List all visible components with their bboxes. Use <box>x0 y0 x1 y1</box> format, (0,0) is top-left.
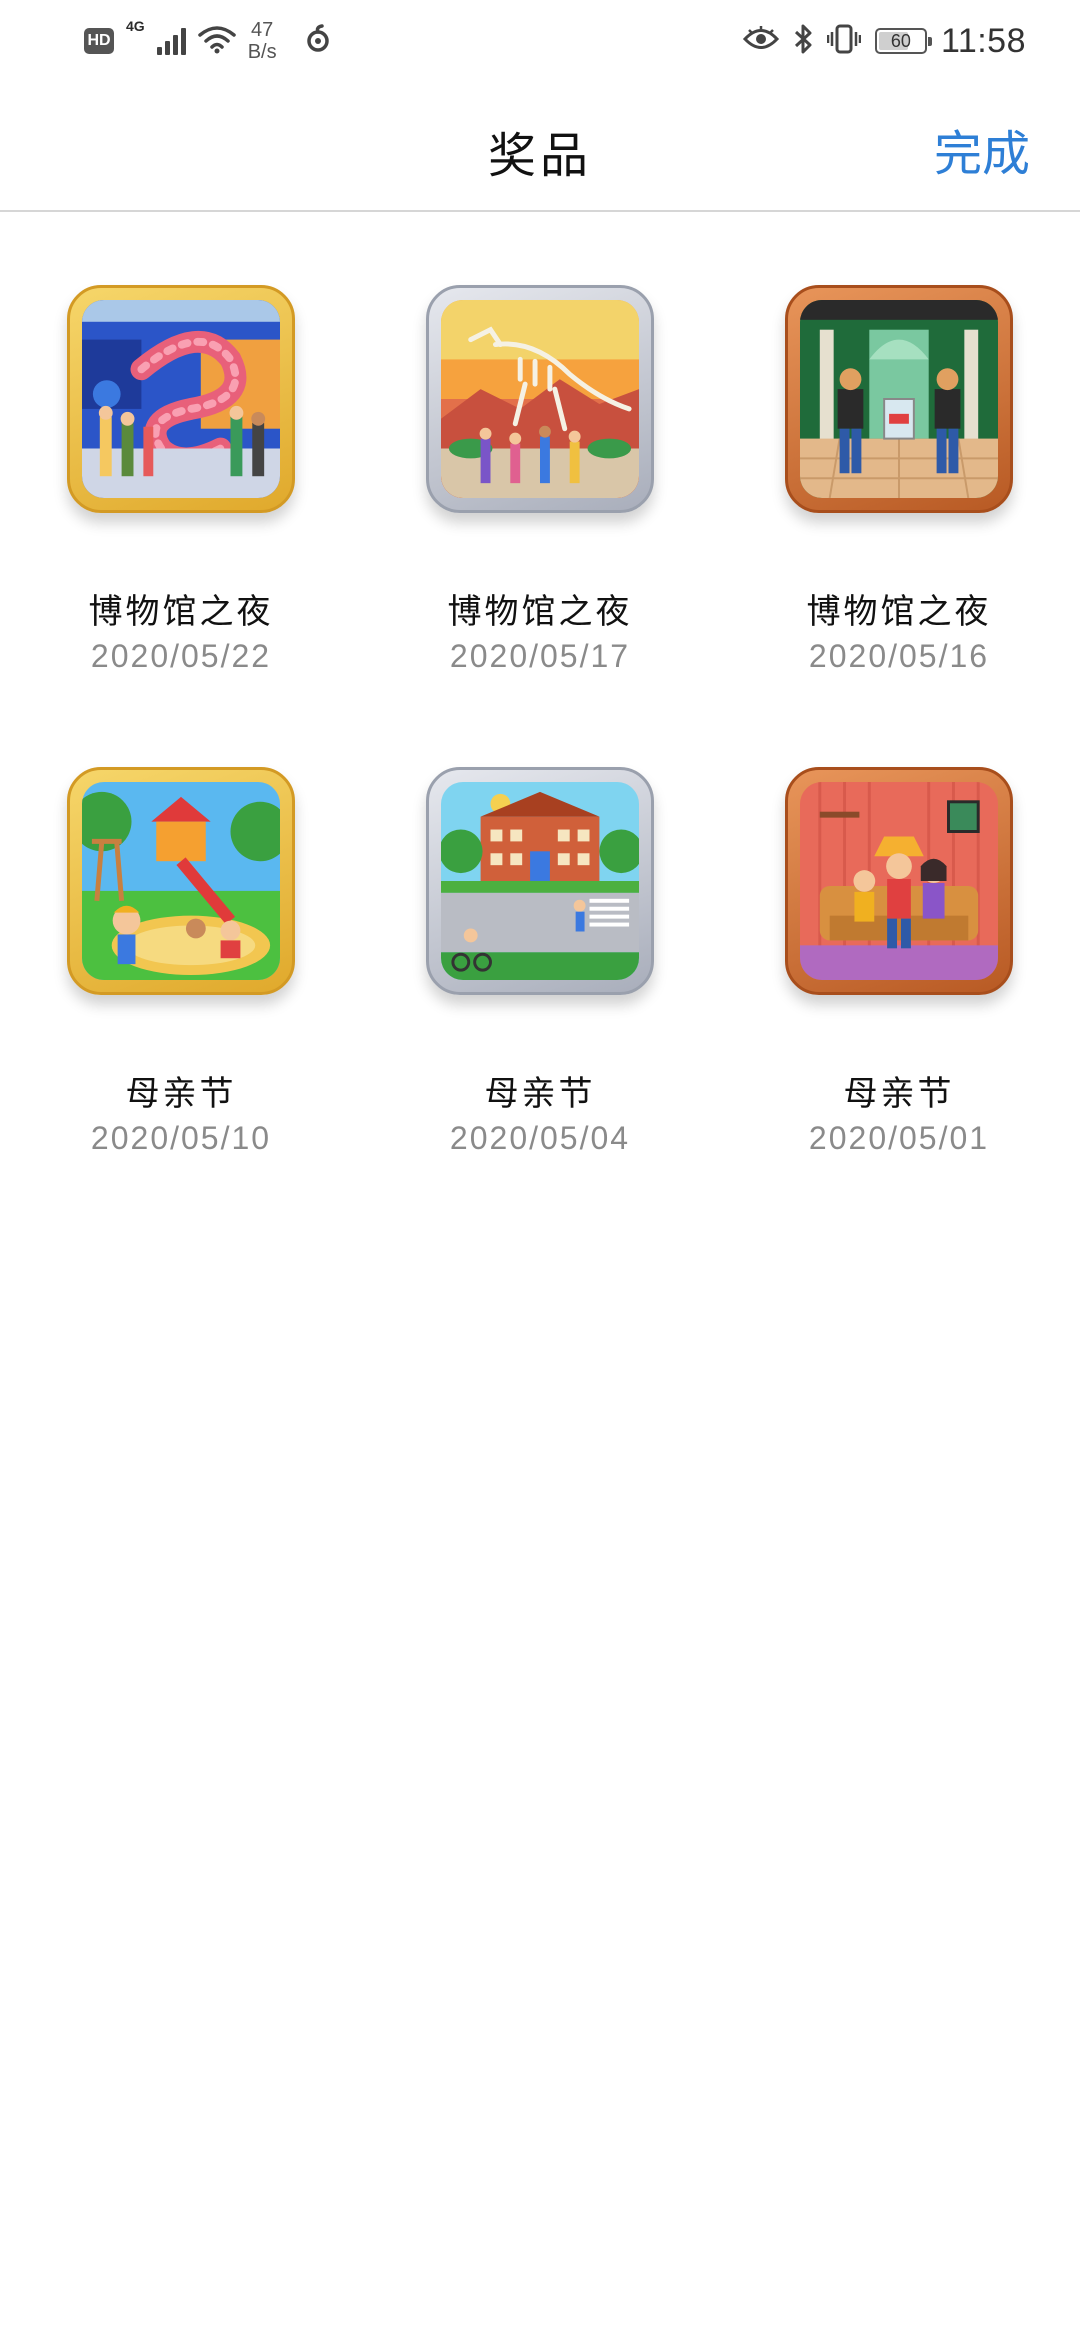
award-badge[interactable] <box>426 285 654 513</box>
award-title: 母亲节 <box>843 1074 955 1114</box>
museum-snake-image <box>82 300 280 498</box>
bluetooth-icon <box>793 23 813 60</box>
done-button[interactable]: 完成 <box>934 114 1030 184</box>
wifi-icon <box>197 24 236 59</box>
award-badge[interactable] <box>426 767 654 995</box>
eye-icon <box>742 25 779 57</box>
playground-image <box>82 782 280 980</box>
app-header: 奖品 完成 <box>0 80 1080 212</box>
clock: 11:58 <box>940 21 1026 60</box>
award-item[interactable]: 母亲节 2020/05/01 <box>729 694 1069 1176</box>
award-date: 2020/05/22 <box>90 638 272 674</box>
family-sofa-image <box>800 782 998 980</box>
status-bar: HD 4G 47 B/s 60 11:58 <box>0 0 1080 80</box>
award-item[interactable]: 母亲节 2020/05/10 <box>11 694 351 1176</box>
museum-dinosaur-image <box>441 300 639 498</box>
page-title: 奖品 <box>487 128 592 184</box>
museum-guards-image <box>800 300 998 498</box>
award-date: 2020/05/17 <box>449 638 631 674</box>
award-badge[interactable] <box>67 285 295 513</box>
award-title: 博物馆之夜 <box>806 592 992 632</box>
award-badge[interactable] <box>67 767 295 995</box>
swirl-icon <box>303 23 333 59</box>
speed-unit: B/s <box>247 41 277 63</box>
award-item[interactable]: 母亲节 2020/05/04 <box>370 694 710 1176</box>
awards-row: 博物馆之夜 2020/05/22 博物馆之夜 2020/05/17 博物馆之夜 … <box>0 212 1080 694</box>
status-bar-right: 60 11:58 <box>742 16 1026 66</box>
hd-icon: HD <box>84 28 114 54</box>
battery-icon: 60 <box>874 28 932 54</box>
signal-icon <box>156 27 186 55</box>
status-bar-left: HD 4G 47 B/s <box>84 16 333 66</box>
award-title: 博物馆之夜 <box>447 592 633 632</box>
speed-value: 47 <box>251 19 274 41</box>
data-speed: 47 B/s <box>248 19 277 63</box>
vibrate-icon <box>826 23 862 60</box>
award-badge[interactable] <box>785 285 1013 513</box>
award-date: 2020/05/10 <box>90 1120 272 1156</box>
award-badge[interactable] <box>785 767 1013 995</box>
award-item[interactable]: 博物馆之夜 2020/05/22 <box>11 212 351 694</box>
school-image <box>441 782 639 980</box>
battery-level: 60 <box>890 30 911 51</box>
award-item[interactable]: 博物馆之夜 2020/05/16 <box>729 212 1069 694</box>
award-date: 2020/05/16 <box>808 638 990 674</box>
award-title: 博物馆之夜 <box>88 592 274 632</box>
award-title: 母亲节 <box>125 1074 237 1114</box>
awards-row: 母亲节 2020/05/10 母亲节 2020/05/04 母亲节 2020/0… <box>0 694 1080 1176</box>
award-date: 2020/05/01 <box>808 1120 990 1156</box>
award-date: 2020/05/04 <box>449 1120 631 1156</box>
award-item[interactable]: 博物馆之夜 2020/05/17 <box>370 212 710 694</box>
award-title: 母亲节 <box>484 1074 596 1114</box>
network-type-label: 4G <box>126 18 145 34</box>
